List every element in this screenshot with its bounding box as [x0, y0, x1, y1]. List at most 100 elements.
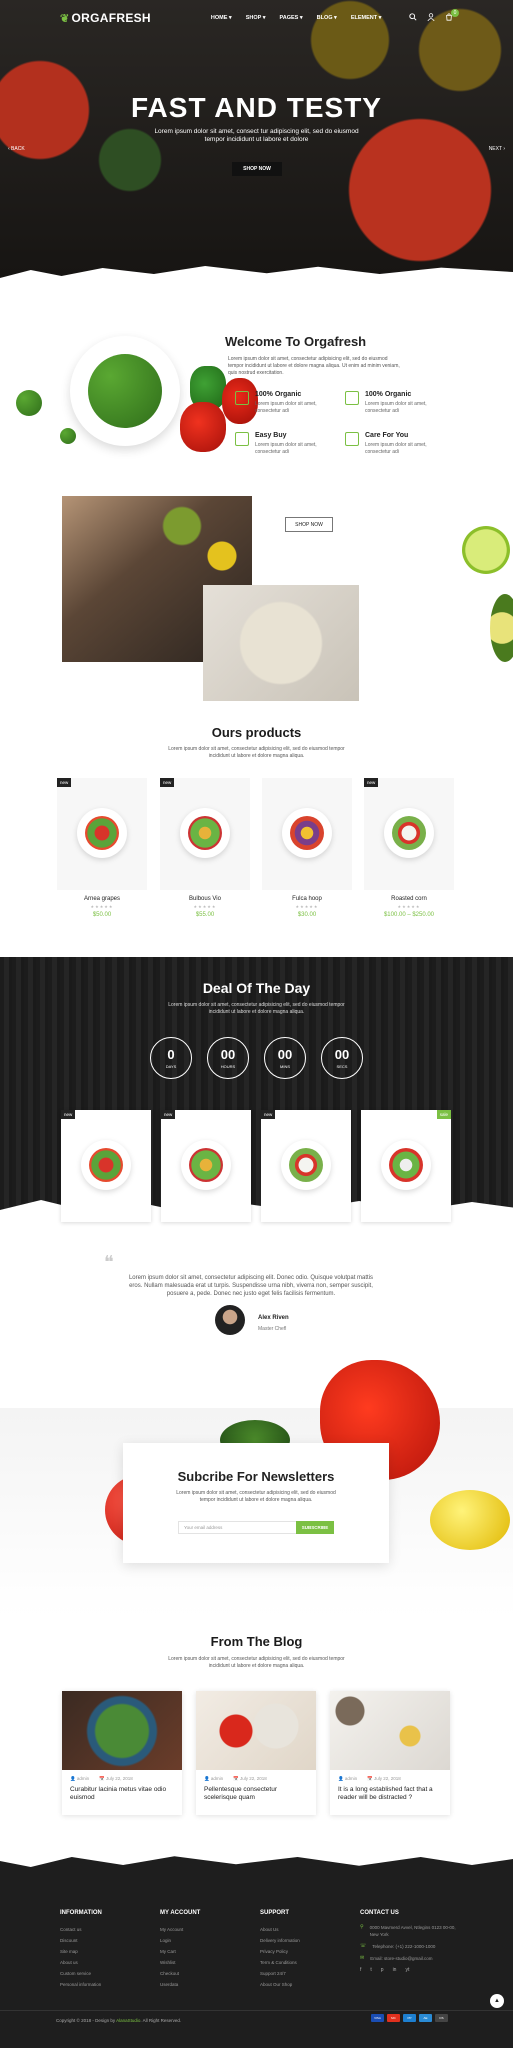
new-badge: new: [160, 778, 175, 787]
nav-element[interactable]: ELEMENT ▾: [351, 15, 382, 21]
phone-icon: ☏: [360, 1943, 367, 1949]
countdown-hours: 00 HOURS: [207, 1037, 249, 1079]
instagram-icon[interactable]: in: [393, 1967, 397, 1973]
feature-title: 100% Organic: [255, 391, 302, 398]
blog-post-title[interactable]: Curabitur lacinia metus vitae odio euism…: [62, 1782, 182, 1802]
product-card[interactable]: new Bulbous Vio ★★★★★ $55.00: [160, 778, 250, 918]
feature-title: Care For You: [365, 432, 409, 439]
blog-post-image[interactable]: [62, 1691, 182, 1770]
copyright-text: Copyright © 2018 - Design by AlanaStudio…: [56, 2018, 182, 2023]
footer-link[interactable]: My Account: [160, 1924, 260, 1935]
header-icons: 0: [409, 9, 459, 23]
feature-title: 100% Organic: [365, 391, 412, 398]
product-name[interactable]: Bulbous Vio: [160, 896, 250, 902]
blog-post-image[interactable]: [196, 1691, 316, 1770]
basket-icon: [235, 432, 249, 446]
cart-icon[interactable]: 0: [445, 9, 459, 23]
product-name[interactable]: Arnea grapes: [57, 896, 147, 902]
author-meta[interactable]: 👤 admin: [338, 1776, 357, 1782]
lime-decoration: [462, 526, 510, 574]
broccoli-plate-image: [70, 336, 180, 446]
footer-link[interactable]: Contact us: [60, 1924, 160, 1935]
product-card[interactable]: new Roasted corn ★★★★★ $100.00 – $250.00: [364, 778, 454, 918]
back-to-top-button[interactable]: ▲: [490, 1994, 504, 2008]
brush-divider: [0, 1856, 513, 1885]
footer-link[interactable]: Delivery information: [260, 1935, 360, 1946]
footer-link[interactable]: My Cart: [160, 1946, 260, 1957]
paypal-icon: PP: [403, 2014, 416, 2022]
product-card[interactable]: new Arnea grapes ★★★★★ $50.00: [57, 778, 147, 918]
blog-post-card[interactable]: 👤 admin 📅 July 22, 2018 It is a long esta…: [330, 1691, 450, 1815]
slider-next-arrow[interactable]: NEXT ›: [489, 146, 505, 152]
hero-shop-now-button[interactable]: SHOP NOW: [232, 162, 282, 176]
product-name[interactable]: Fulca hoop: [262, 896, 352, 902]
deal-product-card[interactable]: sale: [361, 1110, 451, 1222]
contact-phone: ☏ Telephone: (+1) 222-1000-1000: [360, 1943, 436, 1949]
slider-prev-arrow[interactable]: ‹ BACK: [8, 146, 25, 152]
footer-link[interactable]: Wishlist: [160, 1957, 260, 1968]
footer-link[interactable]: Personal information: [60, 1979, 160, 1990]
blog-post-title[interactable]: Pellentesque consectetur scelerisque qua…: [196, 1782, 316, 1802]
about-shop-now-button[interactable]: SHOP NOW: [285, 517, 333, 532]
footer-link[interactable]: About Us: [260, 1924, 360, 1935]
logo-text: ORGAFRESH: [71, 11, 151, 25]
house-icon: [345, 391, 359, 405]
countdown-mins: 00 MINS: [264, 1037, 306, 1079]
footer-link[interactable]: Term & Conditions: [260, 1957, 360, 1968]
feature-desc: Lorem ipsum dolor sit amet, consectetur …: [365, 401, 427, 414]
countdown-days: 0 DAYS: [150, 1037, 192, 1079]
deal-product-card[interactable]: new: [161, 1110, 251, 1222]
hero-subtitle: Lorem ipsum dolor sit amet, consect tur …: [154, 128, 359, 143]
author-meta[interactable]: 👤 admin: [70, 1776, 89, 1782]
nav-pages[interactable]: PAGES ▾: [279, 15, 302, 21]
product-image[interactable]: new: [57, 778, 147, 890]
product-image[interactable]: new: [364, 778, 454, 890]
footer-link[interactable]: Privacy Policy: [260, 1946, 360, 1957]
nav-blog[interactable]: BLOG ▾: [317, 15, 337, 21]
footer-link[interactable]: Custom service: [60, 1968, 160, 1979]
footer-link[interactable]: Userdata: [160, 1979, 260, 1990]
user-icon[interactable]: [427, 13, 435, 23]
twitter-icon[interactable]: t: [370, 1967, 371, 1973]
footer-link[interactable]: About Our Shop: [260, 1979, 360, 1990]
search-icon[interactable]: [409, 13, 417, 23]
footer-link[interactable]: Discount: [60, 1935, 160, 1946]
blog-post-card[interactable]: 👤 admin 📅 July 22, 2018 Curabitur lacinia…: [62, 1691, 182, 1815]
footer-link[interactable]: About us: [60, 1957, 160, 1968]
blog-post-card[interactable]: 👤 admin 📅 July 22, 2018 Pellentesque cons…: [196, 1691, 316, 1815]
date-meta: 📅 July 22, 2018: [367, 1776, 401, 1781]
blog-post-image[interactable]: [330, 1691, 450, 1770]
footer-link[interactable]: Support 24/7: [260, 1968, 360, 1979]
product-image[interactable]: new: [160, 778, 250, 890]
product-image[interactable]: [262, 778, 352, 890]
footer-link[interactable]: Site map: [60, 1946, 160, 1957]
product-name[interactable]: Roasted corn: [364, 896, 454, 902]
nav-home[interactable]: HOME ▾: [211, 15, 232, 21]
facebook-icon[interactable]: f: [360, 1967, 361, 1973]
deal-product-card[interactable]: new: [261, 1110, 351, 1222]
email-input[interactable]: Your email address: [178, 1521, 298, 1534]
footer-link[interactable]: Login: [160, 1935, 260, 1946]
feature-title: Easy Buy: [255, 432, 287, 439]
logo[interactable]: ❦ ORGAFRESH: [60, 11, 151, 25]
deal-product-card[interactable]: new: [61, 1110, 151, 1222]
pinterest-icon[interactable]: p: [381, 1967, 384, 1973]
nav-shop[interactable]: SHOP ▾: [246, 15, 266, 21]
blog-post-title[interactable]: It is a long established fact that a rea…: [330, 1782, 450, 1802]
sale-badge: sale: [436, 1110, 451, 1119]
deal-title: Deal Of The Day: [202, 980, 311, 996]
designer-link[interactable]: AlanaStudio: [116, 2018, 140, 2023]
subscribe-button[interactable]: SUBSCRIBE: [296, 1521, 334, 1534]
contact-email[interactable]: ✉ Email: store-studio@gmail.com: [360, 1955, 460, 1962]
broccoli-decoration: [16, 390, 42, 416]
avocado-decoration: [490, 594, 513, 662]
product-card[interactable]: Fulca hoop ★★★★★ $30.00: [262, 778, 352, 918]
footer-my-account: MY ACCOUNT My Account Login My Cart Wish…: [160, 1910, 260, 1990]
date-meta: 📅 July 22, 2018: [99, 1776, 133, 1781]
footer-heading: CONTACT US: [360, 1910, 399, 1916]
footer-link[interactable]: Checkout: [160, 1968, 260, 1979]
youtube-icon[interactable]: yt: [405, 1967, 409, 1973]
hand-icon: [345, 432, 359, 446]
feature-desc: Lorem ipsum dolor sit amet, consectetur …: [255, 401, 317, 414]
author-meta[interactable]: 👤 admin: [204, 1776, 223, 1782]
